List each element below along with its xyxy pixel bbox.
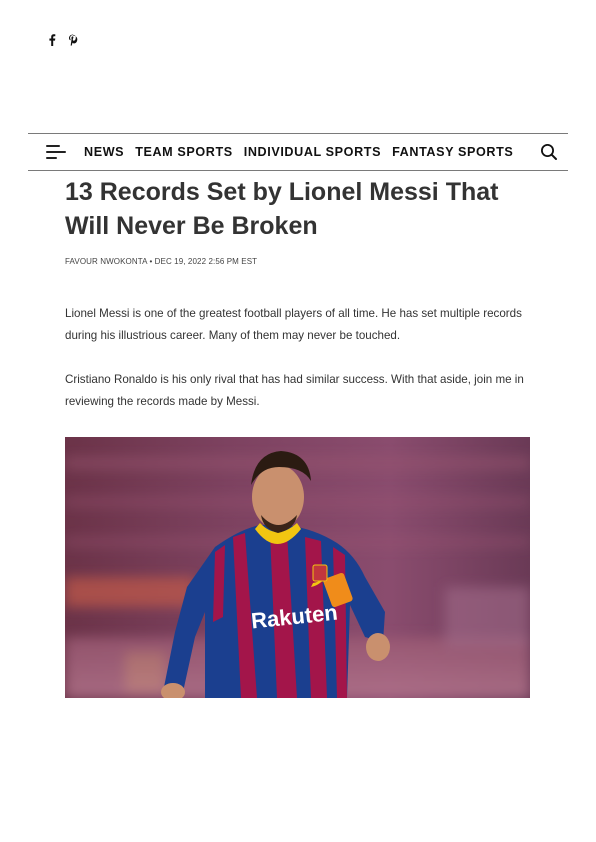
nav-item-fantasy-sports[interactable]: FANTASY SPORTS bbox=[392, 145, 513, 159]
article-paragraph: Lionel Messi is one of the greatest foot… bbox=[65, 307, 522, 342]
facebook-icon[interactable] bbox=[48, 34, 56, 46]
publish-date: DEC 19, 2022 2:56 PM EST bbox=[154, 257, 258, 266]
nav-item-news[interactable]: NEWS bbox=[84, 145, 124, 159]
hamburger-icon[interactable] bbox=[46, 144, 66, 160]
author-name[interactable]: FAVOUR NWOKONTA bbox=[65, 257, 147, 266]
nav-item-team-sports[interactable]: TEAM SPORTS bbox=[135, 145, 233, 159]
article-paragraph: Cristiano Ronaldo is his only rival that… bbox=[65, 373, 524, 408]
social-links bbox=[48, 34, 78, 46]
article-title: 13 Records Set by Lionel Messi That Will… bbox=[65, 178, 499, 240]
main-navigation: NEWS TEAM SPORTS INDIVIDUAL SPORTS FANTA… bbox=[28, 133, 568, 171]
pinterest-icon[interactable] bbox=[68, 34, 78, 46]
search-icon[interactable] bbox=[540, 143, 558, 161]
nav-menu: NEWS TEAM SPORTS INDIVIDUAL SPORTS FANTA… bbox=[84, 134, 513, 170]
meta-separator: • bbox=[149, 257, 153, 266]
article-hero-image: Rakuten bbox=[65, 437, 530, 698]
article-meta: FAVOUR NWOKONTA • DEC 19, 2022 2:56 PM E… bbox=[65, 257, 257, 266]
nav-item-individual-sports[interactable]: INDIVIDUAL SPORTS bbox=[244, 145, 381, 159]
